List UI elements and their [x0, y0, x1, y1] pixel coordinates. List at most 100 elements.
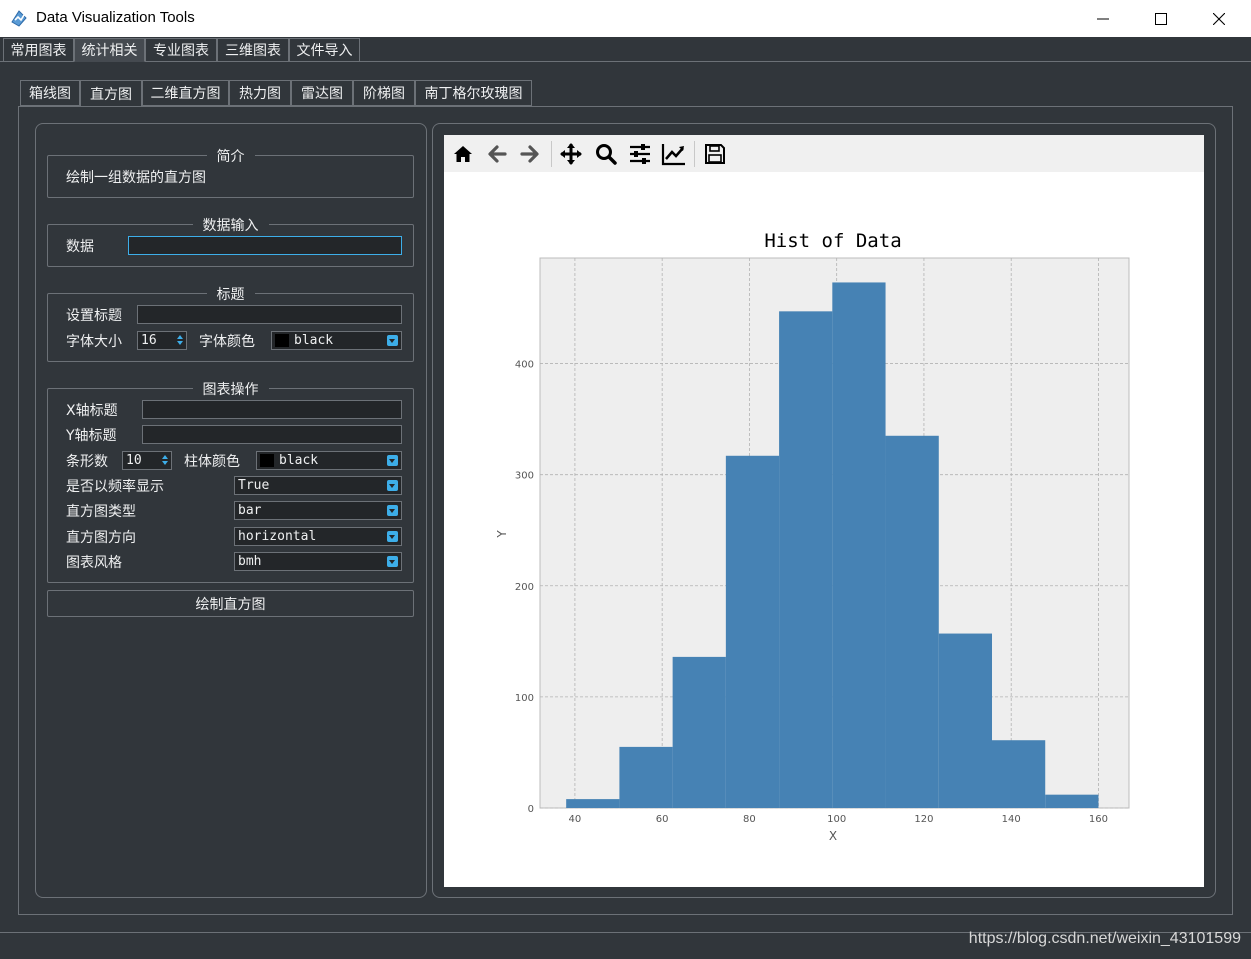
intro-group-title: 简介: [206, 146, 255, 166]
spin-arrows-icon[interactable]: [176, 333, 184, 348]
window-titlebar: Data Visualization Tools: [0, 0, 1251, 37]
tab-label: 直方图: [90, 86, 132, 103]
tab-label: 箱线图: [29, 86, 71, 102]
style-combo[interactable]: bmh: [234, 552, 402, 571]
y-tick-labels: 0 100 200 300 400: [515, 360, 534, 815]
set-title-input[interactable]: [137, 305, 402, 324]
style-value: bmh: [238, 554, 262, 569]
tab-statistics[interactable]: 统计相关: [74, 38, 145, 62]
data-input-group-title: 数据输入: [192, 215, 269, 235]
zoom-icon: [596, 144, 617, 165]
tab-label: 热力图: [239, 86, 281, 102]
font-color-value: black: [294, 333, 334, 348]
color-swatch: [275, 334, 289, 347]
configure-subplots-button[interactable]: [626, 140, 654, 168]
bins-spinbox[interactable]: 10: [122, 451, 172, 470]
bar-color-label: 柱体颜色: [184, 454, 240, 470]
chevron-down-icon: [387, 480, 398, 491]
tab-label: 专业图表: [153, 43, 209, 59]
forward-button[interactable]: [516, 140, 544, 168]
x-tick-label: 120: [914, 814, 933, 825]
tab-heatmap[interactable]: 热力图: [229, 80, 291, 106]
font-size-label: 字体大小: [66, 334, 122, 350]
x-tick-label: 60: [656, 814, 669, 825]
font-size-spinbox[interactable]: 16: [137, 331, 187, 350]
tab-professional-charts[interactable]: 专业图表: [145, 38, 217, 62]
tab-nightingale-rose[interactable]: 南丁格尔玫瑰图: [415, 80, 532, 106]
chart-ops-group-title: 图表操作: [192, 379, 269, 399]
home-button[interactable]: [449, 140, 477, 168]
pan-icon: [560, 143, 582, 165]
maximize-icon: [1155, 12, 1167, 25]
toolbar-separator: [551, 141, 552, 167]
close-icon: [1213, 12, 1225, 25]
x-tick-label: 40: [569, 814, 582, 825]
y-tick-label: 200: [515, 582, 534, 593]
font-color-combo[interactable]: black: [271, 331, 402, 350]
color-swatch: [260, 454, 274, 467]
tab-2d-histogram[interactable]: 二维直方图: [142, 80, 229, 106]
save-icon: [705, 144, 725, 164]
histogram-bar: [938, 633, 993, 808]
data-label: 数据: [66, 239, 94, 255]
configure-subplots-icon: [630, 144, 650, 164]
histogram-bar: [885, 435, 939, 808]
chevron-down-icon: [387, 556, 398, 567]
font-size-value: 16: [141, 333, 157, 348]
title-group-title: 标题: [206, 284, 255, 304]
tab-file-import[interactable]: 文件导入: [289, 38, 360, 62]
pan-button[interactable]: [557, 140, 585, 168]
back-button[interactable]: [483, 140, 511, 168]
save-button[interactable]: [701, 140, 729, 168]
draw-histogram-button[interactable]: 绘制直方图: [47, 590, 414, 617]
histogram-bar: [566, 799, 620, 808]
tab-label: 雷达图: [301, 86, 343, 102]
histogram-bar: [619, 746, 673, 808]
y-title-input[interactable]: [142, 425, 402, 444]
close-button[interactable]: [1190, 0, 1248, 37]
chevron-down-icon: [387, 531, 398, 542]
y-tick-label: 100: [515, 693, 534, 704]
chevron-down-icon: [387, 455, 398, 466]
spin-arrows-icon[interactable]: [161, 453, 169, 468]
density-combo[interactable]: True: [234, 476, 402, 495]
tab-label: 二维直方图: [150, 86, 221, 102]
chevron-down-icon: [387, 335, 398, 346]
tab-common-charts[interactable]: 常用图表: [3, 38, 74, 62]
y-tick-label: 300: [515, 471, 534, 482]
tab-boxplot[interactable]: 箱线图: [20, 80, 80, 106]
bins-label: 条形数: [66, 454, 108, 470]
x-tick-label: 100: [827, 814, 846, 825]
y-tick-label: 400: [515, 360, 534, 371]
plot-toolbar: [444, 135, 1204, 172]
density-value: True: [238, 478, 270, 493]
orientation-value: horizontal: [238, 529, 317, 544]
minimize-button[interactable]: [1074, 0, 1132, 37]
edit-axes-button[interactable]: [660, 140, 688, 168]
tab-label: 统计相关: [81, 43, 138, 59]
x-title-input[interactable]: [142, 400, 402, 419]
x-title-label: X轴标题: [66, 403, 118, 419]
home-icon: [454, 146, 472, 162]
orientation-label: 直方图方向: [66, 530, 136, 546]
tab-step[interactable]: 阶梯图: [353, 80, 415, 106]
bar-color-combo[interactable]: black: [256, 451, 402, 470]
histtype-combo[interactable]: bar: [234, 501, 402, 520]
set-title-label: 设置标题: [66, 308, 122, 324]
y-title-label: Y轴标题: [66, 428, 117, 444]
tab-radar[interactable]: 雷达图: [291, 80, 353, 106]
orientation-combo[interactable]: horizontal: [234, 527, 402, 546]
toolbar-separator: [694, 141, 695, 167]
x-axis-label: X: [829, 829, 837, 843]
tab-label: 文件导入: [296, 43, 353, 59]
data-input[interactable]: [128, 236, 402, 255]
y-axis-label: Y: [495, 530, 509, 539]
density-label: 是否以频率显示: [66, 479, 164, 495]
x-tick-label: 140: [1002, 814, 1021, 825]
tab-label: 南丁格尔玫瑰图: [424, 86, 523, 102]
tab-3d-charts[interactable]: 三维图表: [217, 38, 289, 62]
maximize-button[interactable]: [1132, 0, 1190, 37]
histtype-label: 直方图类型: [66, 504, 136, 520]
tab-histogram[interactable]: 直方图: [80, 80, 142, 107]
zoom-button[interactable]: [592, 140, 620, 168]
